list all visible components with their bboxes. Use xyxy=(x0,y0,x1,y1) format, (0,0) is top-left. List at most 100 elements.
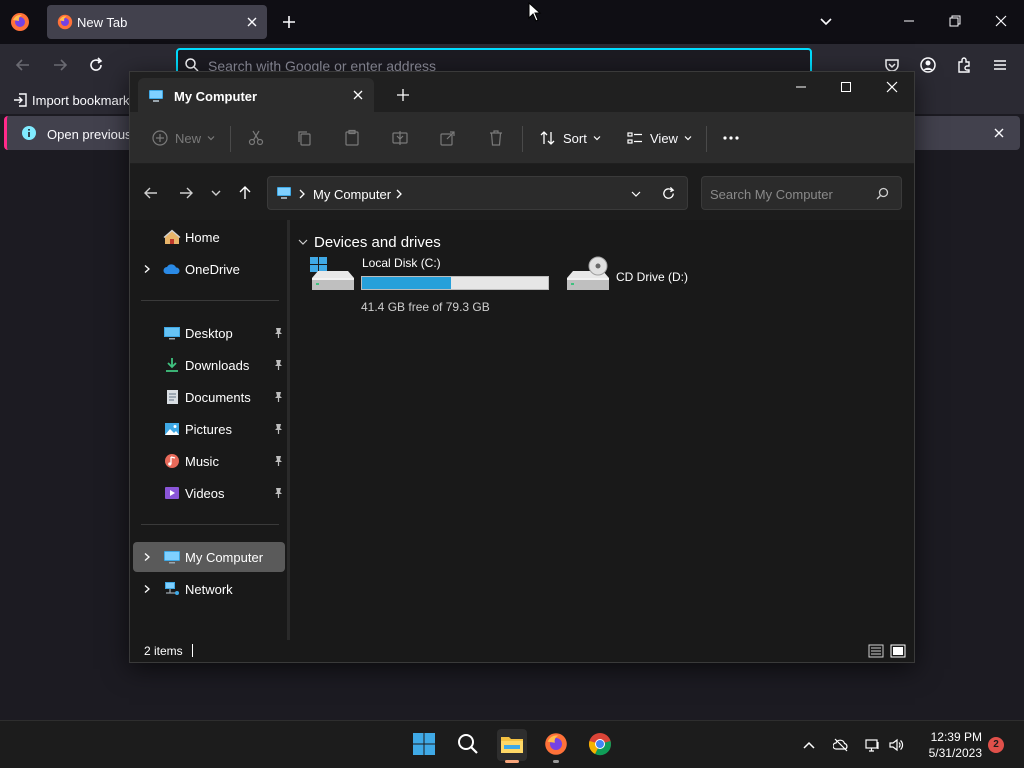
devices-group-header[interactable]: Devices and drives xyxy=(298,232,441,252)
chevron-down-icon xyxy=(593,136,601,141)
nav-item-music[interactable]: Music xyxy=(133,446,285,476)
breadcrumb-chevron-right-icon[interactable] xyxy=(395,189,403,199)
taskbar-chrome[interactable] xyxy=(585,729,615,761)
import-bookmarks-link[interactable]: Import bookmarks xyxy=(32,93,136,108)
nav-item-label: Desktop xyxy=(185,326,233,341)
explorer-minimize-icon[interactable] xyxy=(794,80,808,94)
sort-button[interactable]: Sort xyxy=(539,128,601,148)
nav-item-pictures[interactable]: Pictures xyxy=(133,414,285,444)
disk-usage-bar xyxy=(361,276,549,290)
recent-locations-chevron-icon[interactable] xyxy=(208,185,224,201)
rename-icon xyxy=(392,131,408,145)
explorer-tab-my-computer[interactable]: My Computer xyxy=(138,78,374,112)
share-button[interactable] xyxy=(439,128,457,148)
onedrive-offline-icon[interactable] xyxy=(833,737,849,753)
pin-icon[interactable] xyxy=(273,391,284,403)
account-icon[interactable] xyxy=(919,56,937,74)
explorer-close-icon[interactable] xyxy=(885,80,899,94)
taskbar-file-explorer[interactable] xyxy=(497,729,527,763)
drive-local-disk-c[interactable]: Local Disk (C:) 41.4 GB free of 79.3 GB xyxy=(310,256,555,314)
desktop-icon xyxy=(163,325,181,341)
explorer-search-box[interactable] xyxy=(701,176,902,210)
share-icon xyxy=(440,131,455,146)
back-arrow-icon[interactable] xyxy=(143,185,159,201)
up-arrow-icon[interactable] xyxy=(237,185,253,201)
copy-button[interactable] xyxy=(295,128,313,148)
nav-item-home[interactable]: Home xyxy=(133,222,285,252)
computer-icon xyxy=(148,88,164,104)
delete-button[interactable] xyxy=(487,128,505,148)
paste-button[interactable] xyxy=(343,128,361,148)
volume-icon[interactable] xyxy=(888,737,904,753)
app-menu-icon[interactable] xyxy=(991,56,1009,74)
nav-item-documents[interactable]: Documents xyxy=(133,382,285,412)
explorer-maximize-icon[interactable] xyxy=(839,80,853,94)
reload-icon[interactable] xyxy=(87,56,105,74)
chevron-down-icon xyxy=(207,136,215,141)
add-tab-plus-icon[interactable] xyxy=(397,89,409,101)
extensions-icon[interactable] xyxy=(955,56,973,74)
location-bar[interactable]: My Computer xyxy=(267,176,688,210)
search-button[interactable] xyxy=(453,729,483,761)
file-list-area[interactable]: Devices and drives Local Disk (C:) 41.4 … xyxy=(290,220,914,640)
expand-chevron-icon[interactable] xyxy=(143,585,151,593)
pin-icon[interactable] xyxy=(273,359,284,371)
new-button[interactable]: New xyxy=(151,128,215,148)
clipboard-icon xyxy=(345,129,359,146)
nav-item-downloads[interactable]: Downloads xyxy=(133,350,285,380)
address-history-chevron-icon[interactable] xyxy=(631,189,641,199)
cut-button[interactable] xyxy=(247,128,265,148)
details-view-icon[interactable] xyxy=(868,643,884,659)
browser-restore-icon[interactable] xyxy=(948,14,962,28)
nav-item-onedrive[interactable]: OneDrive xyxy=(133,254,285,284)
network-status-icon[interactable] xyxy=(865,737,881,753)
view-button[interactable]: View xyxy=(626,128,692,148)
list-all-tabs-chevron-icon[interactable] xyxy=(818,14,834,30)
drive-cd-d[interactable]: CD Drive (D:) xyxy=(565,256,725,306)
pin-icon[interactable] xyxy=(273,487,284,499)
nav-item-desktop[interactable]: Desktop xyxy=(133,318,285,348)
nav-item-network[interactable]: Network xyxy=(133,574,285,604)
explorer-search-input[interactable] xyxy=(710,185,870,203)
windows-logo-icon xyxy=(413,733,435,755)
pin-icon[interactable] xyxy=(273,455,284,467)
forward-arrow-icon[interactable] xyxy=(51,56,69,74)
firefox-logo-icon[interactable] xyxy=(10,12,30,32)
refresh-icon[interactable] xyxy=(661,186,676,201)
new-tab-plus-icon[interactable] xyxy=(281,14,297,30)
tiles-view-icon[interactable] xyxy=(890,643,906,659)
collapse-chevron-icon[interactable] xyxy=(298,237,308,247)
chrome-logo-icon xyxy=(589,733,611,756)
nav-item-label: Downloads xyxy=(185,358,250,373)
nav-item-label: Music xyxy=(185,454,219,469)
pin-icon[interactable] xyxy=(273,327,284,339)
browser-minimize-icon[interactable] xyxy=(902,14,916,28)
address-row: My Computer xyxy=(130,164,914,220)
close-tab-icon[interactable] xyxy=(245,15,259,29)
system-clock[interactable]: 12:39 PM 5/31/2023 xyxy=(916,729,982,761)
expand-chevron-icon[interactable] xyxy=(143,265,151,273)
explorer-title-bar[interactable]: My Computer xyxy=(130,72,914,112)
browser-tab-new-tab[interactable]: New Tab xyxy=(47,5,267,39)
search-icon[interactable] xyxy=(876,187,889,200)
pin-icon[interactable] xyxy=(273,423,284,435)
browser-close-icon[interactable] xyxy=(994,14,1008,28)
nav-item-videos[interactable]: Videos xyxy=(133,478,285,508)
rename-button[interactable] xyxy=(391,128,409,148)
view-button-label: View xyxy=(650,130,678,146)
nav-item-my-computer[interactable]: My Computer xyxy=(133,542,285,572)
copy-icon xyxy=(298,131,311,146)
expand-chevron-icon[interactable] xyxy=(143,553,151,561)
notification-count-badge[interactable]: 2 xyxy=(988,737,1004,753)
forward-arrow-icon[interactable] xyxy=(178,185,194,201)
nav-divider xyxy=(141,300,279,301)
breadcrumb-my-computer[interactable]: My Computer xyxy=(313,187,391,202)
show-hidden-icons-chevron-icon[interactable] xyxy=(801,737,817,753)
see-more-button[interactable] xyxy=(722,128,740,148)
start-button[interactable] xyxy=(409,729,439,761)
taskbar-firefox[interactable] xyxy=(541,729,571,763)
close-tab-icon[interactable] xyxy=(352,89,364,101)
breadcrumb-chevron-right-icon[interactable] xyxy=(298,189,306,199)
back-arrow-icon[interactable] xyxy=(14,56,32,74)
close-notification-icon[interactable] xyxy=(992,126,1006,140)
